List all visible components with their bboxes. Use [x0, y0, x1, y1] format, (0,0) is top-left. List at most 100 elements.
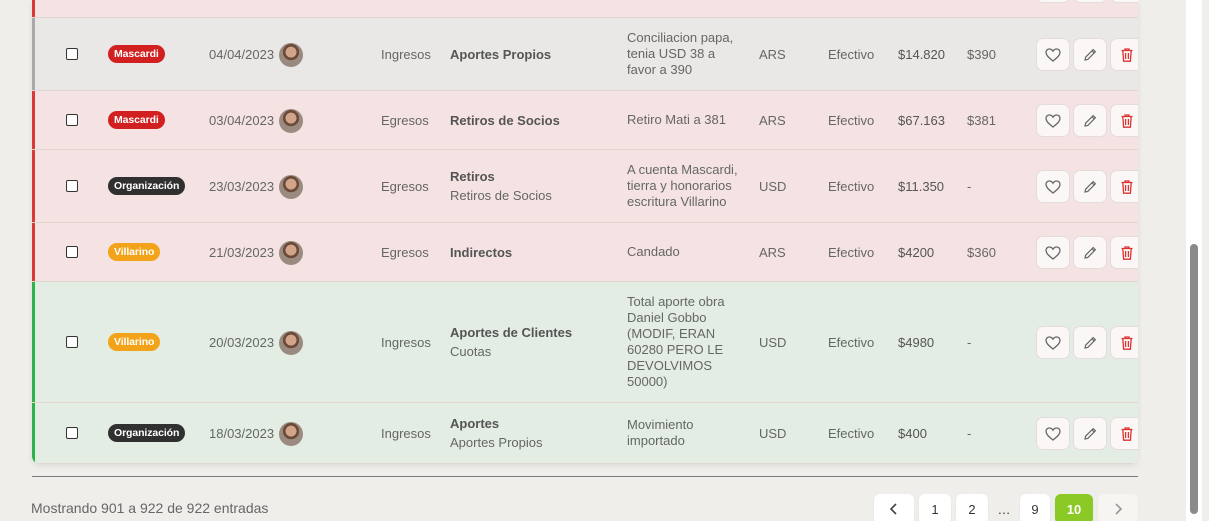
favorite-button[interactable] [1036, 170, 1070, 203]
description-cell: Total aporte obra Daniel Gobbo (MODIF, ERA… [627, 282, 752, 402]
pagination-ellipsis: … [997, 501, 1011, 517]
date: 18/03/2023 [209, 425, 275, 441]
payment-method: Efectivo [828, 334, 875, 350]
tag-cell: Mascardi [108, 91, 165, 149]
tag-cell: Organización [108, 150, 186, 222]
checkbox-icon[interactable] [66, 427, 78, 439]
favorite-button[interactable] [1036, 417, 1070, 450]
currency: USD [759, 334, 787, 350]
table-row: Villarino 21/03/2023 Egresos Indirectos … [32, 223, 1138, 282]
row-select[interactable] [66, 18, 78, 90]
pagination-page-9[interactable]: 9 [1020, 494, 1050, 521]
row-select[interactable] [66, 150, 78, 222]
category-cell: Retiros de Socios [450, 91, 560, 149]
pencil-icon [1084, 246, 1097, 259]
amount: $11.350 [898, 178, 945, 194]
pagination-next[interactable] [1098, 494, 1138, 521]
delete-button[interactable] [1110, 0, 1138, 3]
edit-button[interactable] [1073, 326, 1107, 359]
checkbox-icon[interactable] [66, 48, 78, 60]
delete-button[interactable] [1110, 38, 1138, 71]
type: Egresos [381, 178, 429, 194]
favorite-button[interactable] [1036, 0, 1070, 3]
pencil-icon [1084, 427, 1097, 440]
transactions-table: Mascardi 04/04/2023 Ingresos Aportes Pro… [32, 0, 1138, 464]
chevron-left-icon [889, 503, 897, 515]
edit-button[interactable] [1073, 417, 1107, 450]
description-line: escritura Villarino [627, 194, 727, 209]
scrollbar-thumb[interactable] [1190, 244, 1198, 514]
row-select[interactable] [66, 403, 78, 463]
pencil-icon [1084, 114, 1097, 127]
checkbox-icon[interactable] [66, 336, 78, 348]
delete-button[interactable] [1110, 170, 1138, 203]
pagination-page-1[interactable]: 1 [919, 494, 951, 521]
delete-button[interactable] [1110, 104, 1138, 137]
heart-icon [1045, 47, 1061, 62]
tag-badge: Villarino [108, 243, 161, 261]
amount: $4200 [898, 244, 935, 260]
category-cell: Aportes Propios [450, 18, 551, 90]
type: Egresos [381, 112, 429, 128]
category: Aportes de Clientes [450, 325, 573, 340]
currency: ARS [759, 244, 786, 260]
delete-button[interactable] [1110, 326, 1138, 359]
edit-button[interactable] [1073, 236, 1107, 269]
heart-icon [1045, 179, 1061, 194]
payment-method: Efectivo [828, 425, 875, 441]
favorite-button[interactable] [1036, 38, 1070, 71]
type: Ingresos [381, 425, 431, 441]
user-avatar [279, 241, 303, 265]
row-status-stripe [32, 150, 35, 222]
category: Aportes Propios [450, 46, 552, 62]
pagination-page-2[interactable]: 2 [956, 494, 988, 521]
chevron-right-icon [1115, 503, 1123, 515]
pagination-page-10[interactable]: 10 [1055, 494, 1093, 521]
favorite-button[interactable] [1036, 104, 1070, 137]
description-line: Total aporte obra [627, 294, 725, 309]
type: Egresos [381, 244, 429, 260]
description-line: Retiro Mati a 381 [627, 112, 726, 127]
checkbox-icon[interactable] [66, 114, 78, 126]
row-select[interactable] [66, 282, 78, 402]
trash-icon [1121, 335, 1133, 350]
entries-summary: Mostrando 901 a 922 de 922 entradas [31, 500, 269, 516]
description-cell: Retiro Mati a 381 [627, 91, 752, 149]
user-avatar [279, 175, 303, 199]
amount-secondary: - [967, 334, 972, 350]
user-avatar [279, 109, 303, 133]
tag-cell: Organización [108, 403, 186, 463]
trash-icon [1121, 47, 1133, 62]
amount: $4980 [898, 334, 935, 350]
favorite-button[interactable] [1036, 236, 1070, 269]
tag-badge: Villarino [108, 333, 161, 351]
tag-badge: Organización [108, 177, 186, 195]
pagination-prev[interactable] [874, 494, 914, 521]
row-status-stripe [32, 403, 35, 463]
row-status-stripe [32, 282, 35, 402]
edit-button[interactable] [1073, 0, 1107, 3]
date: 23/03/2023 [209, 178, 275, 194]
description-line: (MODIF, ERAN [627, 326, 716, 341]
delete-button[interactable] [1110, 236, 1138, 269]
row-select[interactable] [66, 223, 78, 281]
checkbox-icon[interactable] [66, 246, 78, 258]
description-line: DEVOLVIMOS [627, 358, 713, 373]
date: 21/03/2023 [209, 244, 275, 260]
pencil-icon [1084, 48, 1097, 61]
currency: USD [759, 178, 787, 194]
delete-button[interactable] [1110, 417, 1138, 450]
table-row: Organización 23/03/2023 Egresos Retiros … [32, 150, 1138, 223]
description-cell: A cuenta Mascardi, tierra y honorarios esc… [627, 150, 752, 222]
checkbox-icon[interactable] [66, 180, 78, 192]
edit-button[interactable] [1073, 170, 1107, 203]
edit-button[interactable] [1073, 38, 1107, 71]
favorite-button[interactable] [1036, 326, 1070, 359]
amount: $14.820 [898, 46, 945, 62]
payment-method: Efectivo [828, 178, 875, 194]
amount-secondary: - [967, 425, 972, 441]
row-select[interactable] [66, 91, 78, 149]
edit-button[interactable] [1073, 104, 1107, 137]
tag-cell: Villarino [108, 223, 161, 281]
heart-icon [1045, 426, 1061, 441]
